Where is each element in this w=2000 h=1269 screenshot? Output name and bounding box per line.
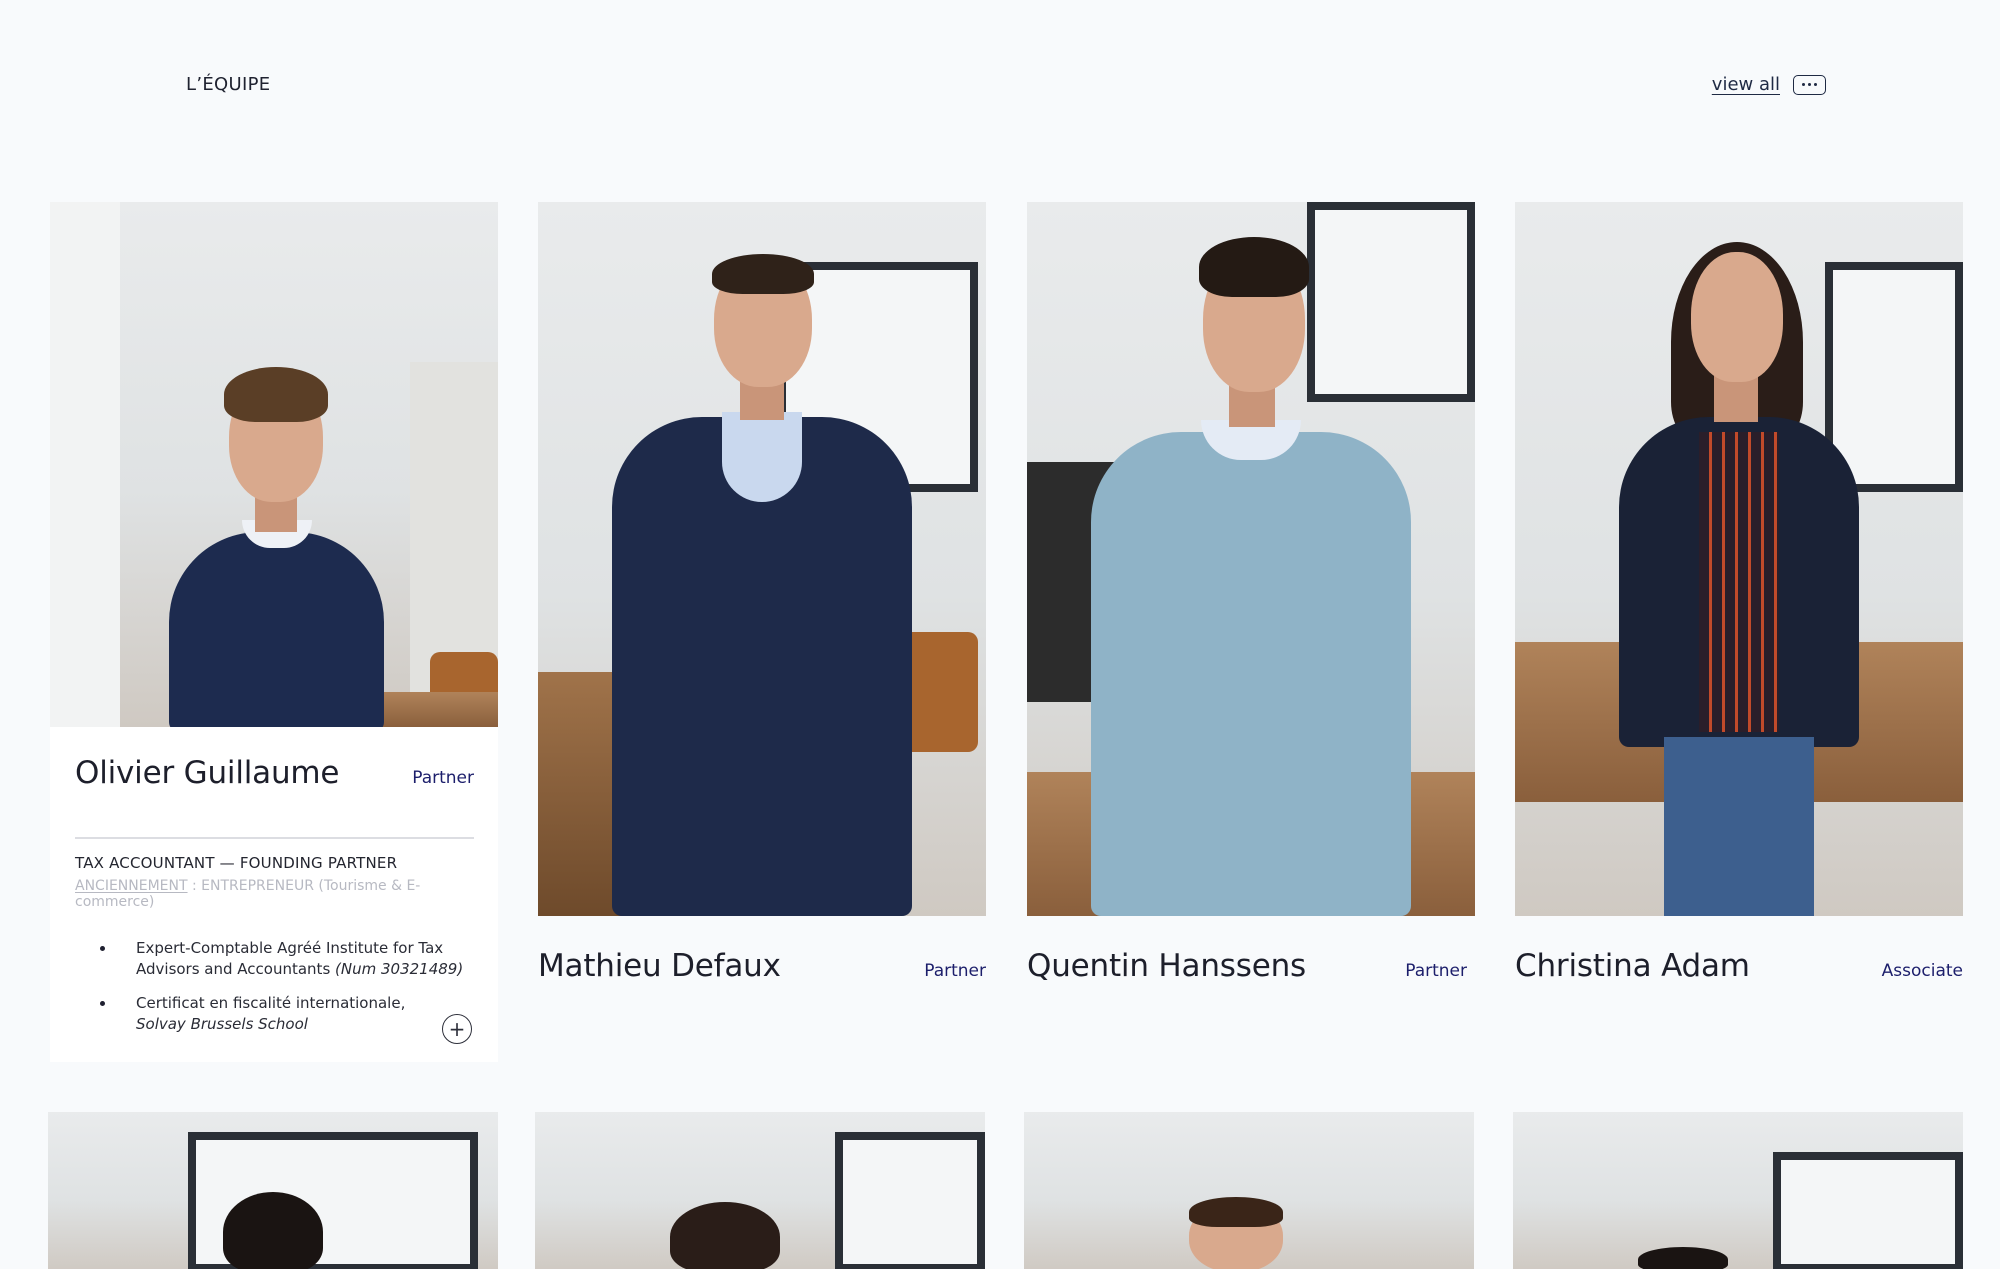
view-all-label[interactable]: view all: [1712, 74, 1780, 95]
member-seniority: ANCIENNEMENT : ENTREPRENEUR (Tourisme & …: [75, 878, 498, 910]
team-page: L’ÉQUIPE view all Olivier Guillaume Part…: [0, 0, 2000, 1269]
divider: [75, 837, 474, 839]
team-photo: [1513, 1112, 1963, 1269]
team-card-mathieu[interactable]: Mathieu Defaux Partner: [538, 202, 986, 984]
member-role: Associate: [1881, 961, 1963, 981]
team-photo: [48, 1112, 498, 1269]
member-role: Partner: [924, 961, 986, 981]
member-name: Christina Adam: [1515, 948, 1750, 984]
seniority-label: ANCIENNEMENT: [75, 878, 188, 894]
member-name: Olivier Guillaume: [75, 755, 340, 791]
more-dots-icon[interactable]: [1793, 74, 1826, 95]
member-role: Partner: [1405, 961, 1467, 981]
qualification-item: Expert-Comptable Agréé Institute for Tax…: [100, 938, 474, 980]
team-card-row2-2[interactable]: [535, 1112, 985, 1269]
member-name: Mathieu Defaux: [538, 948, 781, 984]
team-photo: [535, 1112, 985, 1269]
qualifications-list: Expert-Comptable Agréé Institute for Tax…: [100, 938, 474, 1035]
team-card-quentin[interactable]: Quentin Hanssens Partner: [1027, 202, 1475, 984]
team-photo: [1027, 202, 1475, 916]
plus-icon[interactable]: +: [442, 1014, 472, 1044]
member-role: Partner: [412, 768, 474, 788]
team-photo: [50, 202, 498, 727]
team-card-row2-4[interactable]: [1513, 1112, 1963, 1269]
team-card-row2-1[interactable]: [48, 1112, 498, 1269]
team-card-olivier[interactable]: Olivier Guillaume Partner TAX ACCOUNTANT…: [50, 202, 498, 1062]
team-card-row2-3[interactable]: [1024, 1112, 1474, 1269]
member-name: Quentin Hanssens: [1027, 948, 1306, 984]
member-title: TAX ACCOUNTANT — FOUNDING PARTNER: [75, 854, 398, 872]
team-photo: [538, 202, 986, 916]
team-photo: [1515, 202, 1963, 916]
view-all-link[interactable]: view all: [1712, 74, 1826, 95]
qualification-item: Certificat en fiscalité internationale, …: [100, 993, 474, 1035]
section-title: L’ÉQUIPE: [186, 74, 271, 95]
team-card-christina[interactable]: Christina Adam Associate: [1515, 202, 1963, 984]
team-photo: [1024, 1112, 1474, 1269]
